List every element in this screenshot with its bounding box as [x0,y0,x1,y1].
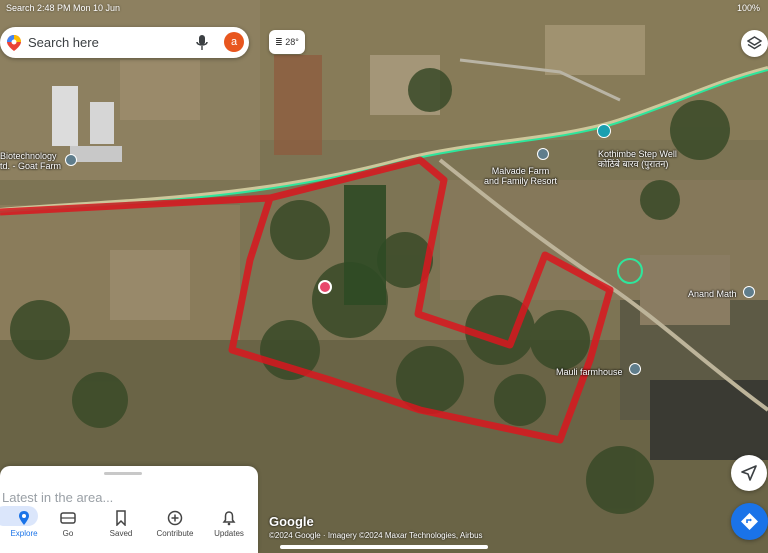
label-kothimbe-step-well[interactable]: Kothimbe Step Well कोठिंबे बारव (पुरातन) [598,149,677,169]
home-indicator [280,545,488,549]
label-kothimbe-line1: Kothimbe Step Well [598,149,677,159]
place-pin-icon[interactable] [65,154,77,166]
mic-icon[interactable] [196,35,208,51]
add-circle-icon [167,510,183,526]
avatar[interactable]: a [224,32,244,52]
temple-pin-icon[interactable] [743,286,755,298]
weather-icon: ≣ [275,37,286,47]
tab-go-label: Go [62,529,74,538]
bell-icon [222,511,236,526]
tab-updates[interactable]: Updates [205,504,253,550]
label-malvade-line1: Malvade Farm [491,166,550,176]
resort-pin-icon[interactable] [537,148,549,160]
layers-icon [747,36,762,50]
label-biotechnology[interactable]: Biotechnology td. - Goat Farm [0,151,61,171]
label-anand-math[interactable]: Anand Math [688,289,737,299]
explore-pin-icon [19,511,29,525]
status-bar: Search 2:48 PM Mon 10 Jun 100% [0,0,768,16]
farmhouse-pin-icon[interactable] [629,363,641,375]
battery-text: 100% [736,3,760,13]
car-icon [60,512,76,524]
label-biotech-line1: Biotechnology [0,151,57,161]
landmark-pin-icon[interactable] [597,124,611,138]
label-biotech-line2: td. - Goat Farm [0,161,62,171]
label-malvade-farm[interactable]: Malvade Farm and Family Resort [484,166,557,186]
navigation-arrow-icon [741,465,757,481]
tab-contribute-label: Contribute [156,529,194,538]
bookmark-icon [116,510,126,526]
label-kothimbe-line2: कोठिंबे बारव (पुरातन) [598,159,669,169]
tab-updates-label: Updates [214,529,244,538]
tab-explore-label: Explore [10,529,38,538]
sheet-handle[interactable] [104,472,142,475]
search-placeholder[interactable]: Search here [28,35,99,50]
directions-button[interactable] [731,503,768,540]
label-malvade-line2: and Family Resort [484,176,558,186]
weather-chip[interactable]: ≣ 28° [269,30,305,54]
bottom-sheet[interactable]: Latest in the area... Explore Go Saved C… [0,466,258,553]
layers-button[interactable] [741,30,768,57]
tab-explore[interactable]: Explore [0,504,48,550]
tab-go[interactable]: Go [44,504,92,550]
google-maps-pin-icon [7,35,21,51]
my-location-button[interactable] [731,455,767,491]
tab-saved[interactable]: Saved [97,504,145,550]
tab-saved-label: Saved [109,529,133,538]
directions-icon [741,513,758,530]
label-mauli-farmhouse[interactable]: Mauli farmhouse [556,367,623,377]
search-bar[interactable]: Search here a [0,27,249,58]
map-attribution[interactable]: ©2024 Google · Imagery ©2024 Maxar Techn… [269,531,483,540]
bottom-nav: Explore Go Saved Contribute Updates [0,502,258,553]
weather-temp: 28° [285,37,299,47]
status-left: Search 2:48 PM Mon 10 Jun [6,3,121,13]
google-logo: Google [269,514,314,529]
tab-contribute[interactable]: Contribute [151,504,199,550]
